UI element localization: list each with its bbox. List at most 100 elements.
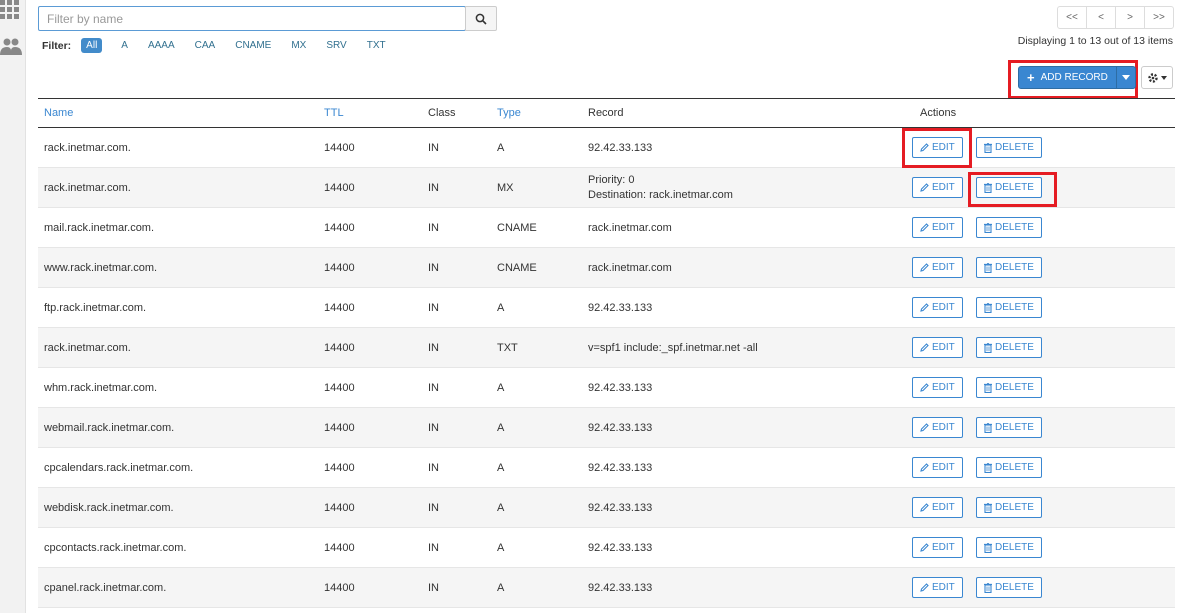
edit-button[interactable]: EDIT	[912, 177, 963, 198]
filter-cname[interactable]: CNAME	[230, 38, 276, 53]
trash-icon	[984, 542, 992, 553]
filter-caa[interactable]: CAA	[190, 38, 221, 53]
class-cell: IN	[428, 421, 439, 434]
record-line: Destination: rack.inetmar.com	[588, 188, 733, 201]
delete-button[interactable]: DELETE	[976, 257, 1042, 278]
table-row: cpcalendars.rack.inetmar.com. 14400 IN A 92.…	[38, 448, 1175, 488]
name-cell: mail.rack.inetmar.com.	[44, 221, 155, 234]
actions-cell: EDIT DELETE	[912, 448, 1172, 487]
edit-button[interactable]: EDIT	[912, 337, 963, 358]
edit-button[interactable]: EDIT	[912, 217, 963, 238]
table-header: Name TTL Class Type Record Actions	[38, 99, 1175, 128]
edit-button[interactable]: EDIT	[912, 577, 963, 598]
add-record-button[interactable]: + ADD RECORD	[1018, 66, 1136, 89]
prev-page-button[interactable]: <	[1086, 6, 1116, 29]
delete-button[interactable]: DELETE	[976, 337, 1042, 358]
name-cell: www.rack.inetmar.com.	[44, 261, 158, 274]
record-cell: rack.inetmar.com	[588, 261, 672, 274]
class-cell: IN	[428, 261, 439, 274]
users-icon[interactable]	[0, 36, 22, 58]
delete-label: DELETE	[995, 462, 1034, 473]
pencil-icon	[920, 583, 929, 592]
plus-icon: +	[1027, 70, 1035, 85]
ttl-cell: 14400	[324, 421, 355, 434]
filter-txt[interactable]: TXT	[362, 38, 391, 53]
first-page-button[interactable]: <<	[1057, 6, 1087, 29]
table-row: rack.inetmar.com. 14400 IN TXT v=spf1 includ…	[38, 328, 1175, 368]
delete-button[interactable]: DELETE	[976, 377, 1042, 398]
pencil-icon	[920, 263, 929, 272]
delete-label: DELETE	[995, 342, 1034, 353]
record-cell: 92.42.33.133	[588, 381, 653, 394]
actions-cell: EDIT DELETE	[912, 248, 1172, 287]
header-ttl[interactable]: TTL	[324, 99, 424, 127]
delete-button[interactable]: DELETE	[976, 577, 1042, 598]
display-info: Displaying 1 to 13 out of 13 items	[1017, 35, 1173, 47]
table-row: webdisk.rack.inetmar.com. 14400 IN A 92.42.3…	[38, 488, 1175, 528]
ttl-cell: 14400	[324, 181, 355, 194]
name-cell: rack.inetmar.com.	[44, 141, 131, 154]
pencil-icon	[920, 383, 929, 392]
left-rail	[0, 0, 26, 613]
edit-label: EDIT	[932, 342, 955, 353]
edit-label: EDIT	[932, 182, 955, 193]
filter-srv[interactable]: SRV	[321, 38, 351, 53]
pencil-icon	[920, 423, 929, 432]
filter-all[interactable]: All	[81, 38, 103, 53]
record-cell: 92.42.33.133	[588, 581, 653, 594]
type-cell: A	[497, 581, 505, 594]
next-page-button[interactable]: >	[1115, 6, 1145, 29]
actions-cell: EDIT DELETE	[912, 568, 1172, 607]
delete-label: DELETE	[995, 222, 1034, 233]
last-page-button[interactable]: >>	[1144, 6, 1174, 29]
delete-button[interactable]: DELETE	[976, 497, 1042, 518]
pencil-icon	[920, 503, 929, 512]
add-record-label: ADD RECORD	[1040, 72, 1108, 83]
actions-cell: EDIT DELETE	[912, 408, 1172, 447]
pencil-icon	[920, 303, 929, 312]
delete-button[interactable]: DELETE	[976, 137, 1042, 158]
record-line: Priority: 0	[588, 173, 635, 186]
record-cell: v=spf1 include:_spf.inetmar.net -all	[588, 341, 758, 354]
pencil-icon	[920, 543, 929, 552]
table-row: mail.rack.inetmar.com. 14400 IN CNAME rack.i…	[38, 208, 1175, 248]
search-input[interactable]	[38, 6, 466, 31]
header-record: Record	[588, 107, 624, 119]
type-cell: TXT	[497, 341, 518, 354]
table-row: ftp.rack.inetmar.com. 14400 IN A 92.42.33.13…	[38, 288, 1175, 328]
delete-button[interactable]: DELETE	[976, 537, 1042, 558]
filter-a[interactable]: A	[116, 38, 133, 53]
filter-label: Filter:	[42, 39, 72, 52]
header-type[interactable]: Type	[497, 99, 585, 127]
delete-button[interactable]: DELETE	[976, 457, 1042, 478]
filter-aaaa[interactable]: AAAA	[143, 38, 180, 53]
edit-button[interactable]: EDIT	[912, 497, 963, 518]
edit-button[interactable]: EDIT	[912, 457, 963, 478]
header-name[interactable]: Name	[44, 99, 319, 127]
record-cell: Priority: 0 Destination: rack.inetmar.com	[588, 168, 910, 207]
delete-button[interactable]: DELETE	[976, 297, 1042, 318]
trash-icon	[984, 462, 992, 473]
edit-button[interactable]: EDIT	[912, 257, 963, 278]
delete-button[interactable]: DELETE	[976, 217, 1042, 238]
name-cell: cpcontacts.rack.inetmar.com.	[44, 541, 187, 554]
delete-button[interactable]: DELETE	[976, 417, 1042, 438]
grid-apps-icon[interactable]	[0, 0, 22, 22]
edit-button[interactable]: EDIT	[912, 537, 963, 558]
delete-label: DELETE	[995, 502, 1034, 513]
filter-mx[interactable]: MX	[286, 38, 311, 53]
record-cell: 92.42.33.133	[588, 501, 653, 514]
edit-button[interactable]: EDIT	[912, 297, 963, 318]
add-record-dropdown[interactable]	[1117, 67, 1135, 88]
delete-label: DELETE	[995, 422, 1034, 433]
record-cell: 92.42.33.133	[588, 421, 653, 434]
search-button[interactable]	[465, 6, 497, 31]
add-record-main[interactable]: + ADD RECORD	[1019, 67, 1117, 88]
delete-label: DELETE	[995, 142, 1034, 153]
magnifier-icon	[475, 13, 487, 25]
edit-button[interactable]: EDIT	[912, 377, 963, 398]
trash-icon	[984, 302, 992, 313]
type-cell: A	[497, 381, 505, 394]
edit-button[interactable]: EDIT	[912, 417, 963, 438]
settings-button[interactable]	[1141, 66, 1173, 89]
